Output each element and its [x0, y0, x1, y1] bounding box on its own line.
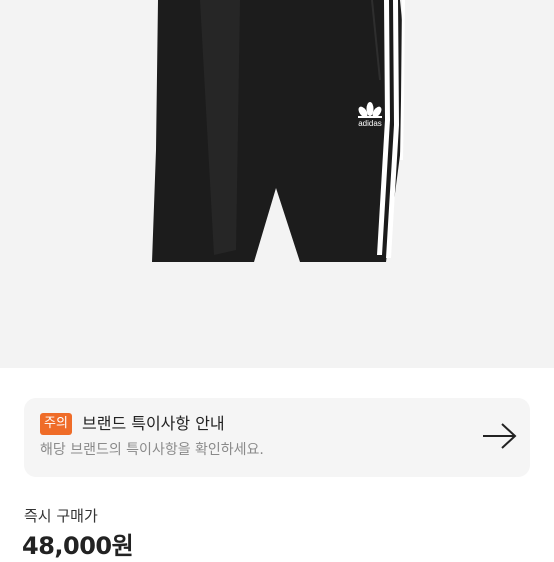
product-image-area: adidas	[0, 0, 554, 368]
arrow-right-icon[interactable]	[480, 420, 520, 452]
warning-badge: 주의	[40, 413, 72, 435]
product-image: adidas	[152, 0, 405, 262]
brand-logo: adidas	[358, 119, 382, 128]
instant-buy-label: 즉시 구매가	[24, 507, 98, 525]
brand-notice-card[interactable]: 주의 브랜드 특이사항 안내 해당 브랜드의 특이사항을 확인하세요.	[24, 398, 530, 477]
notice-description: 해당 브랜드의 특이사항을 확인하세요.	[40, 442, 264, 458]
notice-title: 브랜드 특이사항 안내	[82, 414, 225, 433]
instant-buy-price: 48,000원	[22, 532, 134, 560]
